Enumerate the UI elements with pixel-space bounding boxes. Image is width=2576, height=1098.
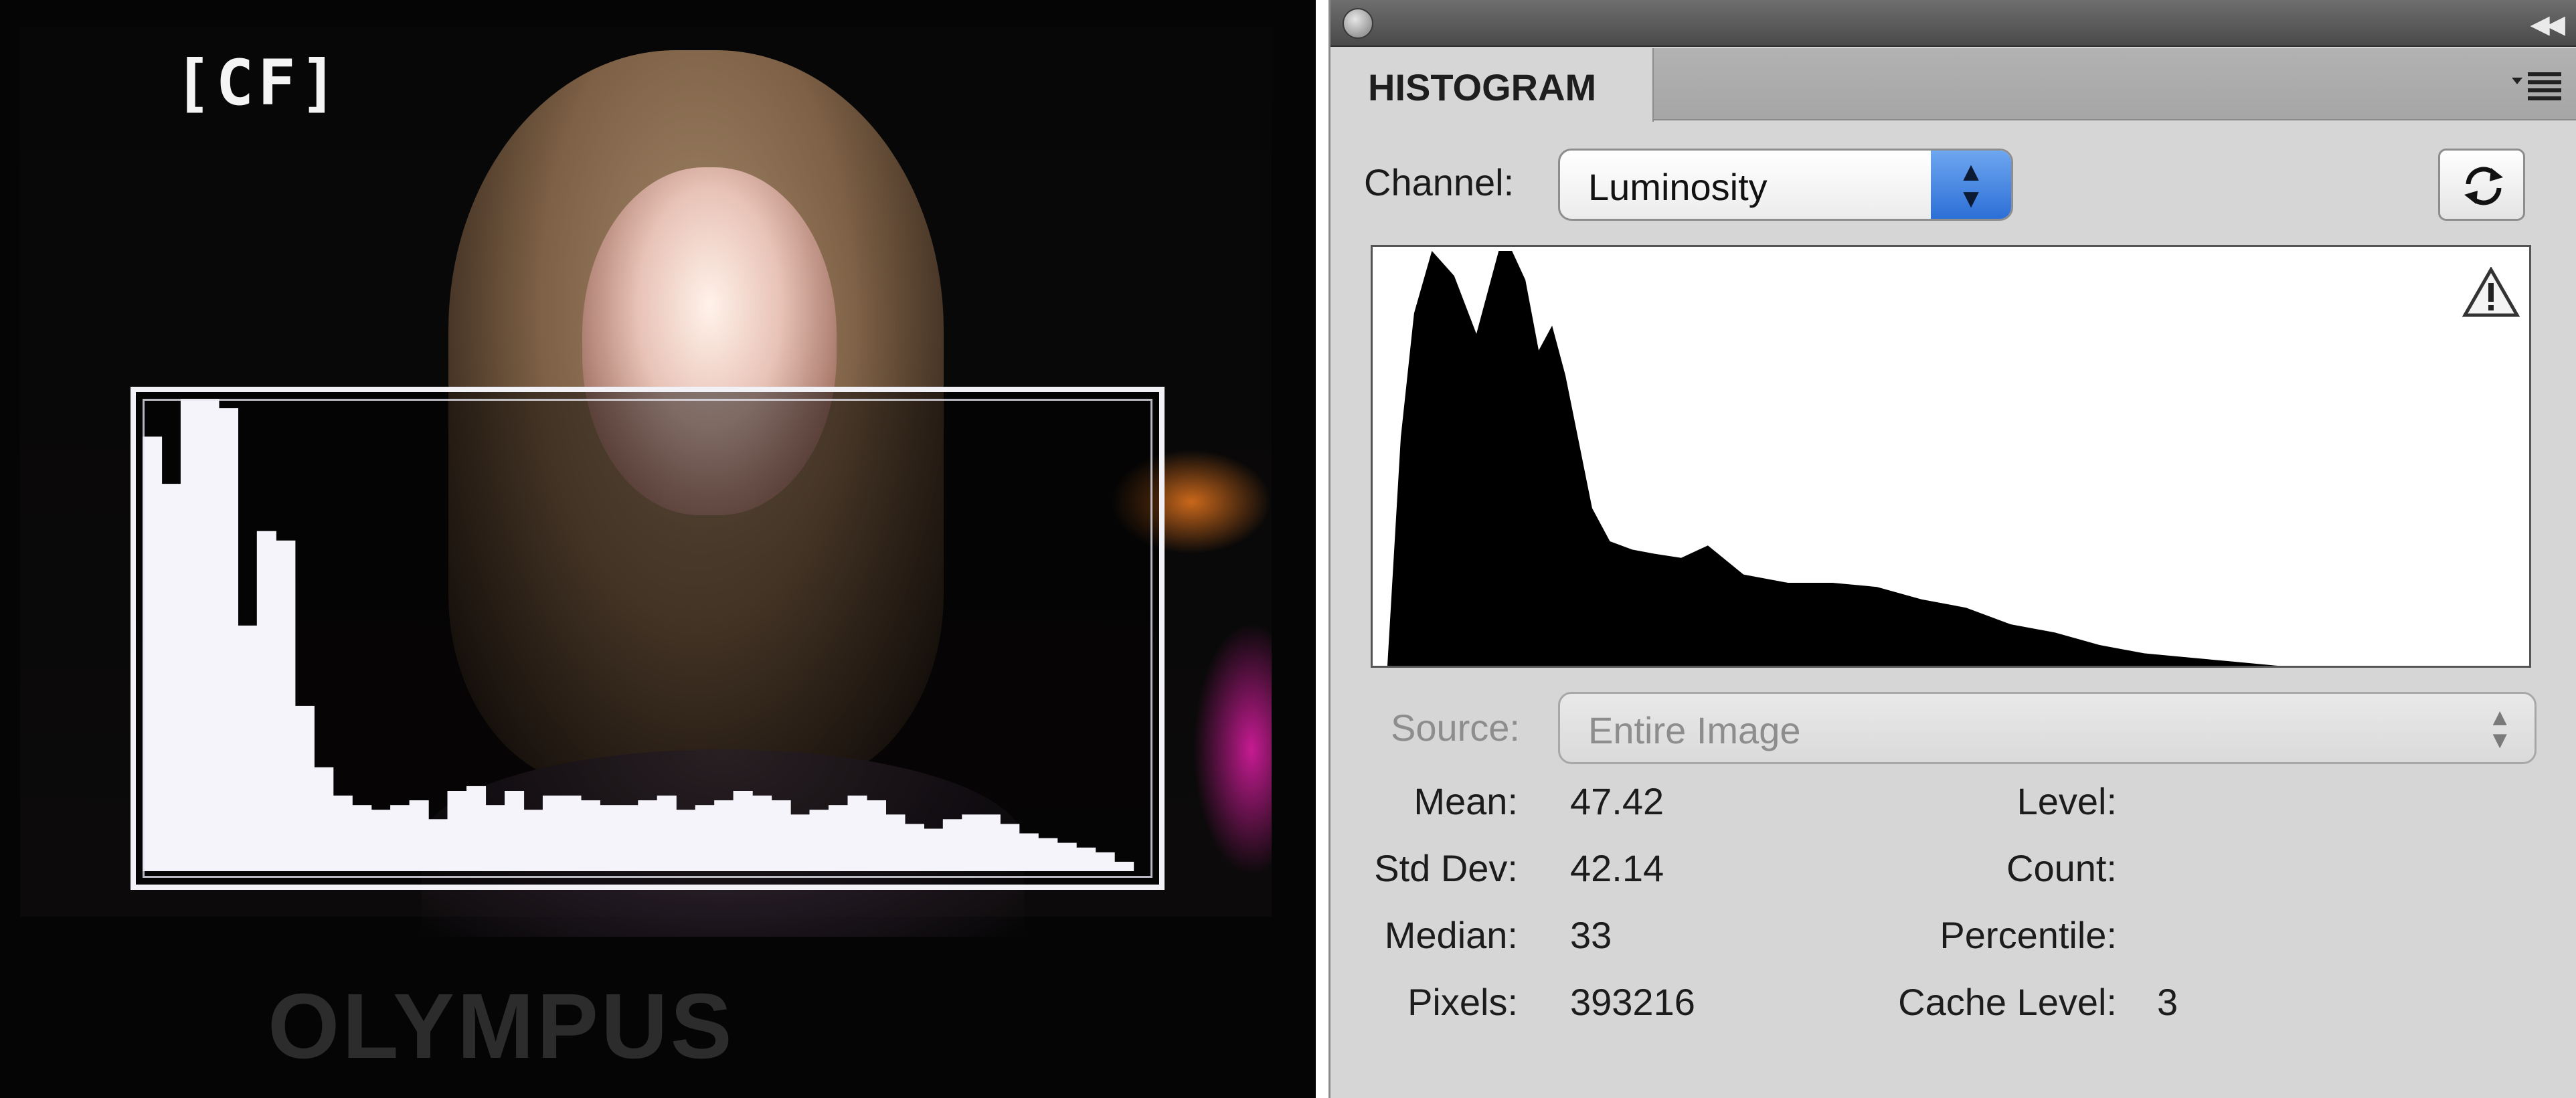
lcd-histogram-bar bbox=[714, 800, 734, 871]
lcd-histogram-bar bbox=[924, 828, 944, 871]
source-select[interactable]: Entire Image ▲ ▼ bbox=[1558, 692, 2537, 764]
lcd-histogram-bar bbox=[161, 484, 181, 871]
median-label: Median: bbox=[1384, 914, 1518, 956]
panel-tabbar: HISTOGRAM bbox=[1330, 48, 2576, 122]
lcd-histogram-bar bbox=[447, 791, 467, 871]
lcd-histogram-bar bbox=[352, 805, 372, 871]
lcd-histogram-bar bbox=[638, 800, 658, 871]
histogram-area-series bbox=[1387, 251, 2522, 666]
lcd-histogram-bar bbox=[904, 824, 924, 871]
histogram-chart bbox=[1387, 251, 2522, 666]
lcd-histogram-bar bbox=[600, 805, 620, 871]
count-label: Count: bbox=[2006, 847, 2117, 889]
lcd-histogram-bar bbox=[809, 810, 829, 871]
lcd-histogram-bar bbox=[542, 796, 562, 871]
lcd-histogram-bar bbox=[1019, 833, 1039, 871]
close-icon[interactable] bbox=[1343, 8, 1373, 39]
lcd-histogram-bar bbox=[829, 805, 849, 871]
lcd-histogram-bar bbox=[1057, 842, 1077, 871]
stddev-label: Std Dev: bbox=[1374, 847, 1518, 889]
source-select-value: Entire Image bbox=[1588, 709, 1801, 751]
cache-level-label: Cache Level: bbox=[1898, 981, 2117, 1023]
lcd-histogram-bar bbox=[733, 791, 753, 871]
lcd-histogram-bar bbox=[618, 805, 638, 871]
camera-lcd-photo: [CF] OLYMPUS bbox=[0, 0, 1316, 1098]
lcd-histogram-bar bbox=[562, 796, 582, 871]
lcd-histogram-bar bbox=[256, 531, 276, 871]
lcd-histogram-bar bbox=[390, 805, 410, 871]
select-arrows-icon[interactable]: ▲ ▼ bbox=[1931, 151, 2011, 219]
lcd-histogram-bar bbox=[314, 767, 334, 871]
lcd-histogram-bar bbox=[980, 814, 1001, 871]
lcd-histogram-bar bbox=[962, 814, 982, 871]
lcd-histogram-bar bbox=[676, 810, 696, 871]
percentile-label: Percentile: bbox=[1940, 914, 2117, 956]
lcd-histogram-bar bbox=[428, 819, 448, 871]
lcd-histogram-bar bbox=[790, 814, 810, 871]
collapse-icon[interactable]: ◀◀ bbox=[2530, 9, 2566, 39]
lcd-histogram-bar bbox=[523, 810, 543, 871]
lcd-histogram-bar bbox=[505, 791, 525, 871]
pixels-value: 393216 bbox=[1570, 981, 1695, 1023]
mean-label: Mean: bbox=[1413, 780, 1518, 822]
mean-value: 47.42 bbox=[1570, 780, 1664, 822]
lcd-histogram-bar bbox=[294, 705, 315, 871]
lcd-histogram-bar bbox=[333, 796, 353, 871]
lcd-histogram-bar bbox=[695, 805, 715, 871]
median-value: 33 bbox=[1570, 914, 1612, 956]
lcd-histogram-bar bbox=[657, 796, 677, 871]
channel-label: Channel: bbox=[1364, 161, 1515, 203]
refresh-icon bbox=[2464, 167, 2503, 205]
lcd-histogram-bar bbox=[885, 814, 906, 871]
lcd-histogram-bar bbox=[143, 436, 163, 871]
stddev-value: 42.14 bbox=[1570, 847, 1664, 889]
lcd-histogram-bar bbox=[847, 796, 867, 871]
lcd-histogram-bar bbox=[466, 786, 487, 871]
level-label: Level: bbox=[2016, 780, 2117, 822]
source-label: Source: bbox=[1391, 707, 1520, 749]
panel-menu-icon[interactable] bbox=[2512, 68, 2563, 106]
lcd-histogram-bar bbox=[942, 819, 962, 871]
lcd-histogram-bar bbox=[180, 399, 200, 871]
lcd-histogram-bar bbox=[485, 805, 505, 871]
camera-brand-logo: OLYMPUS bbox=[268, 975, 735, 1078]
panel-titlebar: ◀◀ bbox=[1330, 0, 2576, 47]
lcd-histogram-bar bbox=[1076, 847, 1096, 871]
warning-icon[interactable] bbox=[2462, 267, 2520, 318]
lcd-card-label: [CF] bbox=[174, 47, 342, 120]
lcd-histogram-bar bbox=[276, 540, 296, 871]
lcd-histogram-bar bbox=[371, 810, 391, 871]
histogram-panel: ◀◀ HISTOGRAM Channel: Luminosity ▲ ▼ Sou… bbox=[1328, 0, 2576, 1098]
lcd-histogram-bar bbox=[1114, 861, 1134, 871]
histogram-display bbox=[1371, 245, 2531, 668]
lcd-histogram-bar bbox=[866, 800, 886, 871]
refresh-button[interactable] bbox=[2438, 149, 2525, 221]
lcd-histogram-box bbox=[131, 387, 1165, 890]
lcd-histogram-bar bbox=[1038, 838, 1058, 871]
lcd-histogram-chart bbox=[143, 399, 1134, 871]
lcd-histogram-bar bbox=[580, 800, 600, 871]
lcd-histogram-bar bbox=[752, 796, 772, 871]
lcd-histogram-bar bbox=[218, 408, 238, 871]
lcd-histogram-bar bbox=[238, 625, 258, 871]
lcd-histogram-bar bbox=[199, 399, 220, 871]
pixels-label: Pixels: bbox=[1407, 981, 1518, 1023]
select-arrows-icon[interactable]: ▲ ▼ bbox=[2488, 705, 2512, 752]
lcd-histogram-bar bbox=[1000, 824, 1020, 871]
tab-histogram[interactable]: HISTOGRAM bbox=[1330, 48, 1654, 122]
lcd-histogram-bar bbox=[1095, 852, 1115, 871]
channel-select[interactable]: Luminosity ▲ ▼ bbox=[1558, 149, 2013, 221]
cache-level-value: 3 bbox=[2157, 981, 2178, 1023]
channel-select-value: Luminosity bbox=[1588, 166, 1768, 208]
lcd-histogram-bar bbox=[409, 800, 429, 871]
lcd-histogram-bar bbox=[771, 800, 791, 871]
